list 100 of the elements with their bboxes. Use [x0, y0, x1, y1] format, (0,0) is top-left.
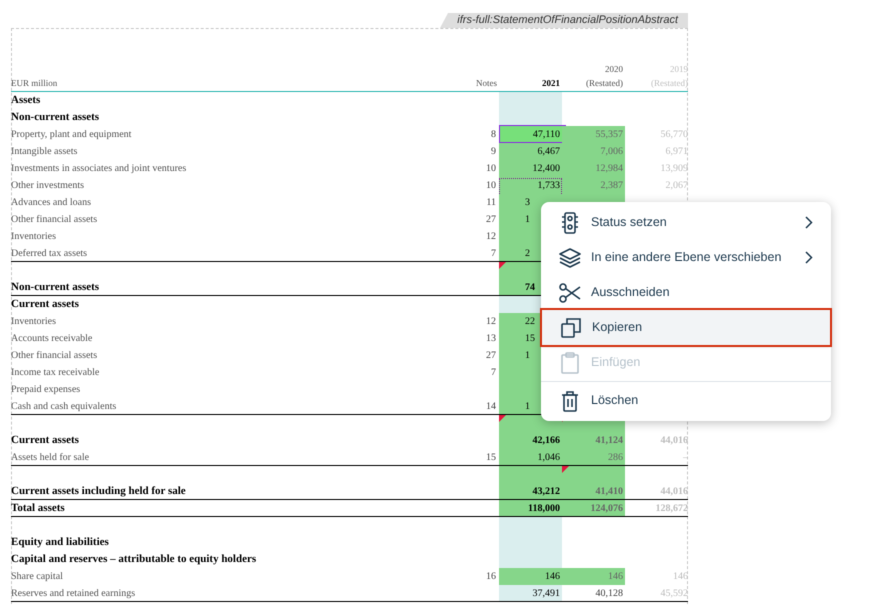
- unit-label: EUR million: [11, 78, 58, 88]
- row-label: Other financial assets: [11, 350, 98, 361]
- tagged-cell[interactable]: 146: [499, 568, 562, 585]
- table-cell[interactable]: 40,128: [562, 585, 625, 601]
- cell-value: 56,770: [660, 129, 688, 140]
- row-label: Deferred tax assets: [11, 248, 88, 259]
- section-heading: Non-current assets: [11, 281, 100, 293]
- cell-value: 44,016: [660, 435, 688, 446]
- note-number: 7: [491, 367, 496, 378]
- cell-value: 3: [525, 196, 530, 210]
- table-cell[interactable]: 37,491: [499, 585, 562, 601]
- section-heading: Current assets including held for sale: [11, 485, 186, 497]
- chevron-right-icon: [805, 251, 813, 264]
- section-heading: Capital and reserves – attributable to equity holders: [11, 553, 256, 565]
- note-number: 7: [491, 248, 496, 259]
- note-number: 13: [486, 333, 496, 344]
- cell-value: 6,467: [538, 145, 560, 159]
- note-number: 15: [486, 452, 496, 463]
- table-cell[interactable]: [499, 109, 562, 126]
- cell-value: 118,000: [528, 502, 560, 516]
- column-header: 2019: [670, 63, 688, 76]
- cell-value: 42,166: [532, 434, 560, 448]
- cell-value: 44,016: [660, 486, 688, 497]
- row-label: Other financial assets: [11, 214, 98, 225]
- copy-icon: [561, 318, 581, 338]
- note-number: 11: [486, 197, 496, 208]
- cell-value: –: [683, 452, 688, 463]
- tagged-cell[interactable]: 12,400: [499, 160, 562, 177]
- cell-value: 12,984: [596, 163, 623, 174]
- row-label: Other investments: [11, 180, 84, 191]
- traffic-light-icon: [560, 212, 580, 234]
- row-label: Income tax receivable: [11, 367, 100, 378]
- cell-value: 1: [525, 213, 530, 227]
- column-header: Notes: [476, 78, 497, 88]
- section-heading: Total assets: [11, 502, 65, 514]
- section-heading: Current assets: [11, 434, 79, 446]
- cell-value: 74: [525, 281, 535, 295]
- cell-value: 124,076: [590, 503, 623, 514]
- row-label: Advances and loans: [11, 197, 91, 208]
- cell-value: 41,124: [596, 435, 623, 446]
- cell-value: 146: [545, 570, 560, 584]
- tag-label: ifrs-full:StatementOfFinancialPositionAbstract: [440, 13, 688, 28]
- tagged-cell[interactable]: 42,166: [499, 432, 562, 449]
- row-label: Prepaid expenses: [11, 384, 80, 395]
- clipboard-icon: [561, 352, 579, 374]
- cell-value: 2,067: [666, 180, 688, 191]
- layers-icon: [559, 248, 581, 268]
- cell-value: 2: [525, 247, 530, 261]
- cell-value: 7,006: [600, 146, 623, 157]
- table-cell[interactable]: [499, 551, 562, 568]
- cell-value: 1,046: [538, 451, 560, 465]
- cell-value: 2,387: [600, 180, 623, 191]
- row-label: Share capital: [11, 571, 63, 582]
- row-label: Property, plant and equipment: [11, 129, 132, 140]
- tagged-cell[interactable]: 1,733: [499, 177, 562, 194]
- row-label: Assets held for sale: [11, 452, 90, 463]
- column-subheader: (Restated): [586, 77, 623, 90]
- tagged-cell[interactable]: 43,212: [499, 483, 562, 499]
- row-label: Inventories: [11, 316, 56, 327]
- cell-value: 286: [608, 452, 623, 463]
- section-heading: Current assets: [11, 298, 79, 310]
- cell-value: 13,909: [660, 163, 688, 174]
- menu-item[interactable]: Kopieren: [542, 310, 830, 345]
- cell-value: 45,592: [660, 588, 688, 599]
- table-cell[interactable]: [499, 517, 562, 534]
- column-header: 2020: [605, 63, 623, 76]
- cell-value: 6,971: [666, 146, 688, 157]
- cell-value: 128,672: [656, 503, 688, 514]
- cell-value: 1: [525, 349, 530, 363]
- note-number: 8: [491, 129, 496, 140]
- cell-value: 146: [608, 571, 623, 582]
- cell-value: 37,491: [532, 587, 560, 601]
- row-label: Investments in associates and joint ventures: [11, 163, 186, 174]
- cell-value: 1,733: [538, 179, 560, 193]
- section-heading: Non-current assets: [11, 111, 100, 123]
- row-label: Intangible assets: [11, 146, 78, 157]
- section-heading: Assets: [11, 94, 40, 106]
- cell-value: 55,357: [596, 129, 623, 140]
- column-header: 2021: [542, 78, 560, 88]
- cell-value: 41,410: [596, 486, 623, 497]
- row-label: Cash and cash equivalents: [11, 401, 116, 412]
- trash-icon: [561, 390, 579, 412]
- note-number: 9: [491, 146, 496, 157]
- section-heading: Equity and liabilities: [11, 536, 109, 548]
- table-cell[interactable]: [499, 92, 562, 109]
- cell-value: 47,110: [532, 128, 560, 142]
- row-label: Inventories: [11, 231, 56, 242]
- tagged-cell[interactable]: 6,467: [499, 143, 562, 160]
- row-label: Reserves and retained earnings: [11, 588, 136, 599]
- note-number: 14: [486, 401, 496, 412]
- tagged-cell[interactable]: 118,000: [499, 500, 562, 516]
- note-number: 16: [486, 571, 496, 582]
- chevron-right-icon: [805, 216, 813, 229]
- cell-value: 12,400: [532, 162, 560, 176]
- cell-value: 22: [525, 315, 535, 329]
- note-number: 12: [486, 316, 496, 327]
- tagged-cell[interactable]: 1,046: [499, 449, 562, 465]
- cell-value: 15: [525, 332, 535, 346]
- note-number: 10: [486, 163, 496, 174]
- note-number: 27: [486, 214, 496, 225]
